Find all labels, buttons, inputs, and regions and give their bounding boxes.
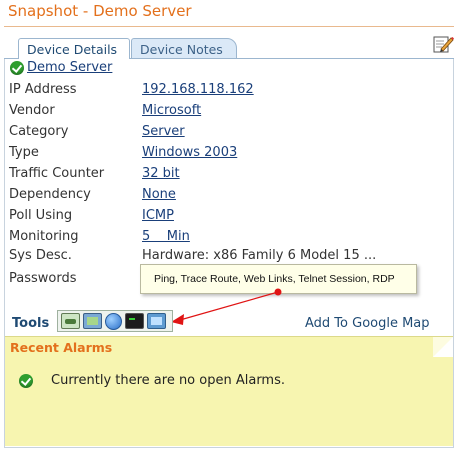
status-ok-icon xyxy=(19,373,33,388)
prop-label-vendor: Vendor xyxy=(9,103,55,118)
edit-pencil-icon[interactable] xyxy=(432,34,454,54)
prop-label-category: Category xyxy=(9,124,69,139)
prop-label-passwords: Passwords xyxy=(9,271,77,286)
alarm-message: Currently there are no open Alarms. xyxy=(51,373,285,388)
page-fold-decoration xyxy=(433,337,453,357)
recent-alarms-panel: Recent Alarms Currently there are no ope… xyxy=(5,336,453,446)
device-name-link[interactable]: Demo Server xyxy=(27,60,112,75)
panel-title: Snapshot - Demo Server xyxy=(8,2,192,20)
prop-label-sys-desc: Sys Desc. xyxy=(9,248,72,263)
prop-value-poll-using[interactable]: ICMP xyxy=(142,208,174,223)
status-ok-icon xyxy=(10,60,24,75)
device-header: Demo Server xyxy=(10,60,112,75)
trace-route-icon[interactable] xyxy=(83,313,102,329)
alarm-status-row: Currently there are no open Alarms. xyxy=(19,373,285,388)
tools-label: Tools xyxy=(12,316,50,331)
prop-value-category[interactable]: Server xyxy=(142,124,185,139)
tools-tooltip: Ping, Trace Route, Web Links, Telnet Ses… xyxy=(140,264,417,294)
prop-value-ip-address[interactable]: 192.168.118.162 xyxy=(142,82,254,97)
prop-label-traffic-counter: Traffic Counter xyxy=(9,166,105,181)
add-to-google-map-link[interactable]: Add To Google Map xyxy=(305,316,430,331)
prop-label-type: Type xyxy=(9,145,39,160)
web-links-icon[interactable] xyxy=(105,312,122,330)
tab-device-details[interactable]: Device Details xyxy=(18,38,130,59)
prop-value-monitoring[interactable]: 5 Min xyxy=(142,229,190,244)
prop-value-dependency[interactable]: None xyxy=(142,187,176,202)
prop-label-dependency: Dependency xyxy=(9,187,91,202)
rdp-icon[interactable] xyxy=(147,313,166,329)
prop-value-vendor[interactable]: Microsoft xyxy=(142,103,201,118)
prop-label-poll-using: Poll Using xyxy=(9,208,73,223)
title-divider xyxy=(4,26,454,27)
recent-alarms-title: Recent Alarms xyxy=(10,340,113,355)
prop-value-type[interactable]: Windows 2003 xyxy=(142,145,237,160)
prop-value-sys-desc: Hardware: x86 Family 6 Model 15 ... xyxy=(142,248,377,263)
ping-icon[interactable] xyxy=(61,313,80,329)
prop-label-ip-address: IP Address xyxy=(9,82,77,97)
tools-toolbar xyxy=(57,310,173,332)
tab-device-notes[interactable]: Device Notes xyxy=(131,38,237,59)
prop-value-traffic-counter[interactable]: 32 bit xyxy=(142,166,180,181)
telnet-session-icon[interactable] xyxy=(125,313,144,329)
prop-label-monitoring: Monitoring xyxy=(9,229,79,244)
